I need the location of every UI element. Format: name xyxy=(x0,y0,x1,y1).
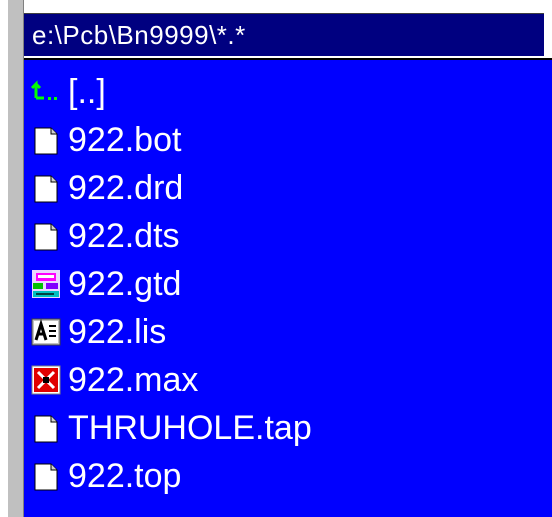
red-app-icon xyxy=(30,364,62,396)
text-list-icon xyxy=(30,316,62,348)
file-list: [..] 922.bot 922.drd 922.dts 922.gtd 922… xyxy=(30,68,312,500)
file-name: 922.top xyxy=(68,457,182,495)
file-row[interactable]: 922.dts xyxy=(30,212,312,260)
file-name: [..] xyxy=(68,73,106,111)
file-row[interactable]: 922.bot xyxy=(30,116,312,164)
file-row[interactable]: THRUHOLE.tap xyxy=(30,404,312,452)
parent-directory-icon xyxy=(30,76,62,108)
file-row[interactable]: 922.lis xyxy=(30,308,312,356)
document-icon xyxy=(30,172,62,204)
document-icon xyxy=(30,220,62,252)
document-icon xyxy=(30,412,62,444)
file-name: 922.dts xyxy=(68,217,180,255)
file-name: 922.bot xyxy=(68,121,182,159)
file-row[interactable]: 922.max xyxy=(30,356,312,404)
gerber-app-icon xyxy=(30,268,62,300)
file-name: 922.max xyxy=(68,361,199,399)
path-bar: e:\Pcb\Bn9999\*.* xyxy=(24,13,544,56)
document-icon xyxy=(30,124,62,156)
file-row[interactable]: 922.top xyxy=(30,452,312,500)
file-list-panel: [..] 922.bot 922.drd 922.dts 922.gtd 922… xyxy=(24,58,552,517)
file-row[interactable]: 922.gtd xyxy=(30,260,312,308)
document-icon xyxy=(30,460,62,492)
left-border xyxy=(8,0,24,517)
file-name: THRUHOLE.tap xyxy=(68,409,312,447)
file-name: 922.gtd xyxy=(68,265,182,303)
file-row[interactable]: 922.drd xyxy=(30,164,312,212)
file-manager-window: e:\Pcb\Bn9999\*.* [..] 922.bot 922.drd 9… xyxy=(0,0,552,517)
file-row-parent-directory[interactable]: [..] xyxy=(30,68,312,116)
file-name: 922.lis xyxy=(68,313,167,351)
current-path: e:\Pcb\Bn9999\*.* xyxy=(32,19,246,50)
file-name: 922.drd xyxy=(68,169,184,207)
